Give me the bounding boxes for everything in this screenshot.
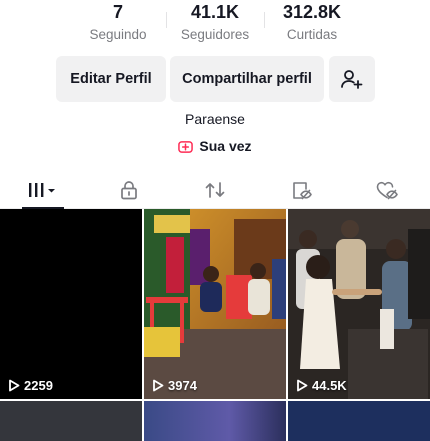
view-count: 2259: [8, 378, 53, 393]
followers-label: Seguidores: [180, 27, 250, 42]
play-icon: [297, 379, 308, 392]
lock-icon: [121, 181, 137, 200]
likes-stat[interactable]: 312.8K Curtidas: [272, 2, 352, 43]
bar-scene-image: [144, 209, 286, 399]
tab-liked[interactable]: [344, 172, 430, 208]
following-label: Seguindo: [89, 27, 147, 42]
repost-icon: [205, 182, 225, 198]
video-thumbnail[interactable]: [0, 401, 142, 441]
stat-divider: [166, 12, 167, 28]
profile-link[interactable]: Sua vez: [0, 138, 430, 154]
video-thumbnail[interactable]: [144, 401, 286, 441]
sparkle-box-icon: [178, 140, 194, 153]
add-friend-button[interactable]: [329, 56, 375, 102]
following-stat[interactable]: 7 Seguindo: [78, 2, 158, 43]
video-grid: 2259 3974 44.5K: [0, 209, 430, 441]
profile-bio: Paraense: [185, 111, 245, 127]
share-profile-button[interactable]: Compartilhar perfil: [170, 56, 324, 102]
heart-eye-icon: [376, 181, 398, 200]
likes-label: Curtidas: [286, 27, 338, 42]
followers-count: 41.1K: [190, 2, 240, 22]
view-count-value: 2259: [24, 378, 53, 393]
following-count: 7: [112, 2, 123, 22]
tab-reposts[interactable]: [172, 172, 258, 208]
likes-count: 312.8K: [282, 2, 342, 22]
profile-tabs: [0, 172, 430, 209]
play-icon: [153, 379, 164, 392]
profile-stats: 7 Seguindo 41.1K Seguidores 312.8K Curti…: [0, 0, 430, 50]
bookmark-eye-icon: [293, 182, 312, 200]
view-count: 3974: [152, 378, 197, 393]
view-count: 44.5K: [296, 378, 347, 393]
tab-private[interactable]: [86, 172, 172, 208]
video-thumbnail[interactable]: 3974: [144, 209, 286, 399]
view-count-value: 44.5K: [312, 378, 347, 393]
followers-stat[interactable]: 41.1K Seguidores: [174, 2, 256, 43]
grid-icon: [29, 183, 55, 197]
stat-divider: [264, 12, 265, 28]
profile-link-label: Sua vez: [199, 138, 252, 154]
video-thumbnail[interactable]: [288, 401, 430, 441]
view-count-value: 3974: [168, 378, 197, 393]
play-icon: [9, 379, 20, 392]
tab-favorites[interactable]: [258, 172, 344, 208]
video-thumbnail[interactable]: 2259: [0, 209, 142, 399]
video-thumbnail[interactable]: 44.5K: [288, 209, 430, 399]
edit-profile-button[interactable]: Editar Perfil: [56, 56, 166, 102]
dancing-crowd-image: [288, 209, 430, 399]
add-user-icon: [341, 70, 363, 89]
tab-videos[interactable]: [0, 172, 86, 209]
